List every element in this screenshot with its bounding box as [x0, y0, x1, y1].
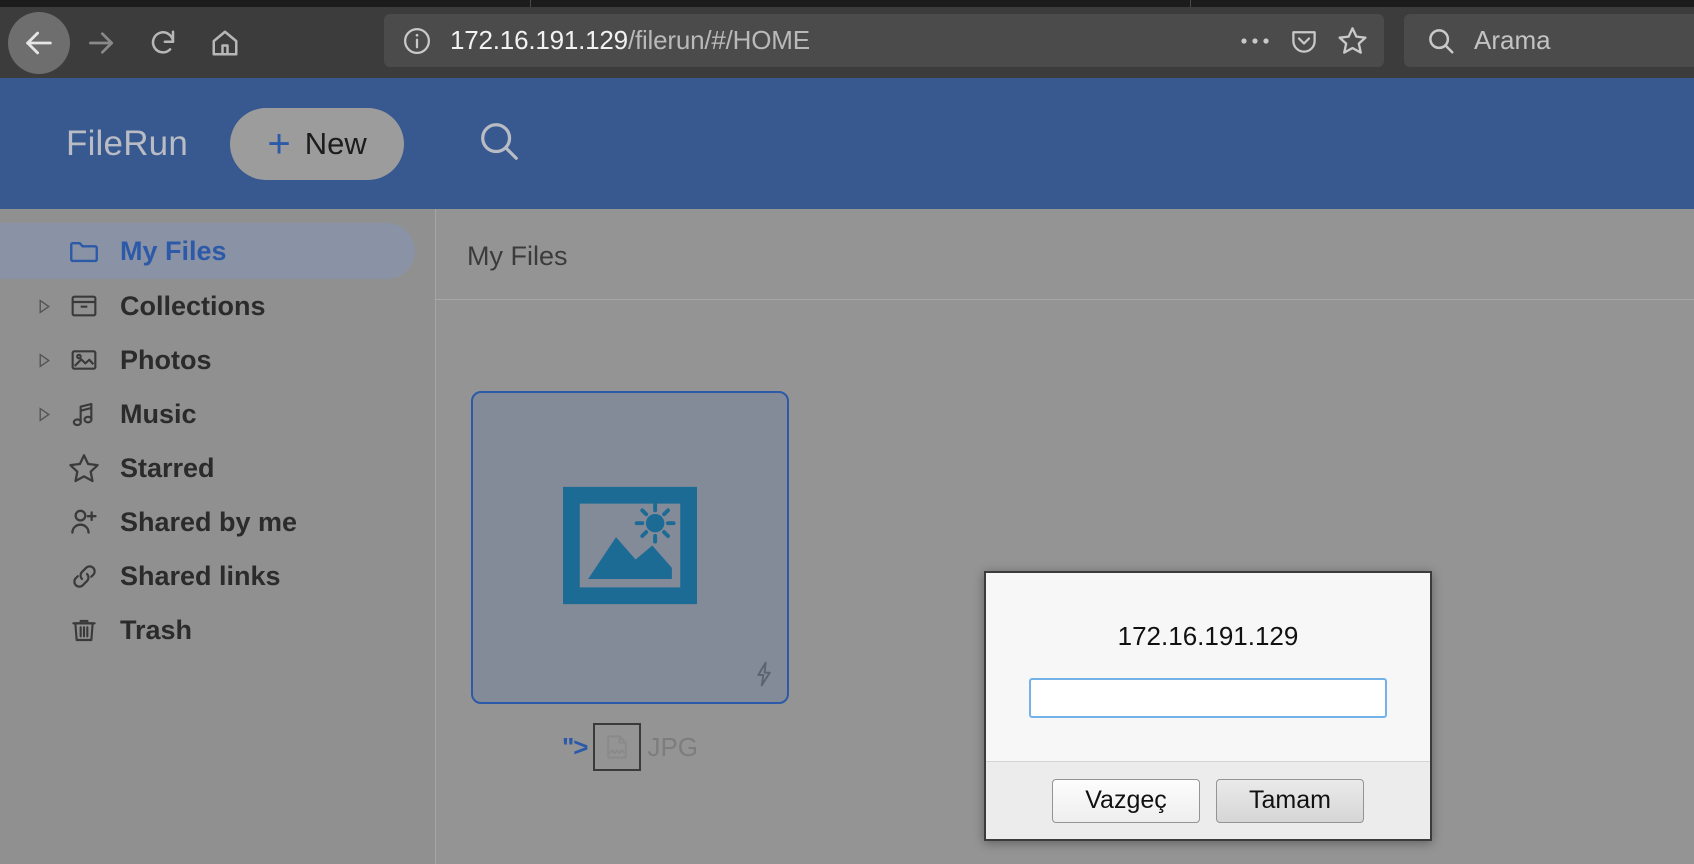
new-button[interactable]: + New	[230, 107, 405, 180]
sidebar-item-label: Trash	[120, 614, 193, 645]
browser-chrome: 172.16.191.129/filerun/#/HOME Arama	[0, 0, 1694, 78]
broken-image-icon	[593, 723, 642, 771]
user-plus-icon	[58, 505, 110, 539]
sidebar-item-label: Collections	[120, 290, 266, 321]
tab-seam	[1190, 0, 1191, 7]
reload-icon	[151, 30, 175, 54]
breadcrumb: My Files	[467, 241, 568, 271]
reload-button[interactable]	[132, 12, 194, 74]
app-header: FileRun + New	[0, 78, 1694, 209]
file-tile[interactable]	[471, 391, 789, 704]
image-placeholder-icon	[563, 478, 697, 617]
prompt-dialog: 172.16.191.129 Vazgeç Tamam	[984, 571, 1432, 841]
star-icon[interactable]	[1337, 25, 1368, 56]
sidebar: My Files Collections Photos Music Starre…	[0, 209, 435, 864]
sidebar-item-trash[interactable]: Trash	[0, 603, 435, 657]
app-search-icon[interactable]	[476, 118, 522, 169]
browser-nav-buttons	[0, 7, 256, 78]
dialog-title: 172.16.191.129	[1117, 621, 1299, 651]
dialog-text-input[interactable]	[1029, 678, 1387, 718]
search-icon	[1426, 26, 1456, 56]
dialog-body: 172.16.191.129	[986, 573, 1430, 761]
search-placeholder: Arama	[1474, 25, 1551, 55]
sidebar-item-shared-by-me[interactable]: Shared by me	[0, 495, 435, 549]
content-rule	[435, 299, 1694, 300]
sidebar-item-collections[interactable]: Collections	[0, 279, 435, 333]
archive-box-icon	[58, 290, 110, 322]
photo-icon	[58, 344, 110, 376]
new-button-label: New	[304, 125, 367, 161]
sidebar-item-my-files[interactable]: My Files	[0, 223, 415, 279]
plus-icon: +	[267, 121, 291, 166]
info-circle-icon[interactable]	[402, 26, 432, 56]
ok-button[interactable]: Tamam	[1216, 778, 1364, 823]
arrow-left-icon	[26, 31, 52, 54]
file-name-fragment: ">	[561, 731, 588, 762]
sidebar-item-music[interactable]: Music	[0, 387, 435, 441]
url-host: 172.16.191.129	[450, 25, 628, 55]
sidebar-item-label: Starred	[120, 452, 215, 483]
tab-strip	[0, 0, 1694, 7]
star-outline-icon	[58, 451, 110, 485]
lightning-bolt-icon	[753, 661, 775, 692]
filerun-app: FileRun + New My Files Collections Photo…	[0, 78, 1694, 864]
browser-search-box[interactable]: Arama	[1404, 14, 1694, 67]
sidebar-item-label: Shared links	[120, 560, 281, 591]
cancel-button[interactable]: Vazgeç	[1052, 778, 1200, 823]
chevron-right-icon[interactable]	[30, 352, 58, 368]
home-icon	[212, 30, 238, 55]
content-divider	[435, 209, 436, 864]
file-label[interactable]: "> JPG	[471, 717, 789, 777]
pocket-icon[interactable]	[1289, 26, 1319, 56]
chevron-right-icon[interactable]	[30, 406, 58, 422]
sidebar-item-label: My Files	[120, 235, 227, 266]
sidebar-item-shared-links[interactable]: Shared links	[0, 549, 435, 603]
link-chain-icon	[58, 560, 110, 593]
url-path: /filerun/#/HOME	[627, 25, 810, 55]
chevron-right-icon[interactable]	[30, 298, 58, 314]
home-button[interactable]	[194, 12, 256, 74]
sidebar-item-photos[interactable]: Photos	[0, 333, 435, 387]
address-bar[interactable]: 172.16.191.129/filerun/#/HOME	[384, 14, 1384, 67]
app-brand: FileRun	[66, 123, 189, 163]
sidebar-item-label: Photos	[120, 344, 212, 375]
trash-icon	[58, 614, 110, 646]
arrow-right-icon	[89, 31, 113, 54]
tab-seam	[530, 0, 531, 7]
sidebar-item-label: Music	[120, 398, 197, 429]
sidebar-item-label: Shared by me	[120, 506, 298, 537]
folder-icon	[58, 234, 110, 268]
forward-button[interactable]	[70, 12, 132, 74]
ellipsis-icon[interactable]	[1239, 35, 1271, 47]
music-note-icon	[58, 398, 110, 430]
back-button[interactable]	[8, 11, 70, 74]
url-text: 172.16.191.129/filerun/#/HOME	[450, 25, 1239, 56]
file-extension: JPG	[647, 731, 699, 762]
dialog-footer: Vazgeç Tamam	[986, 761, 1430, 839]
sidebar-item-starred[interactable]: Starred	[0, 441, 435, 495]
address-bar-icons	[1239, 25, 1368, 56]
